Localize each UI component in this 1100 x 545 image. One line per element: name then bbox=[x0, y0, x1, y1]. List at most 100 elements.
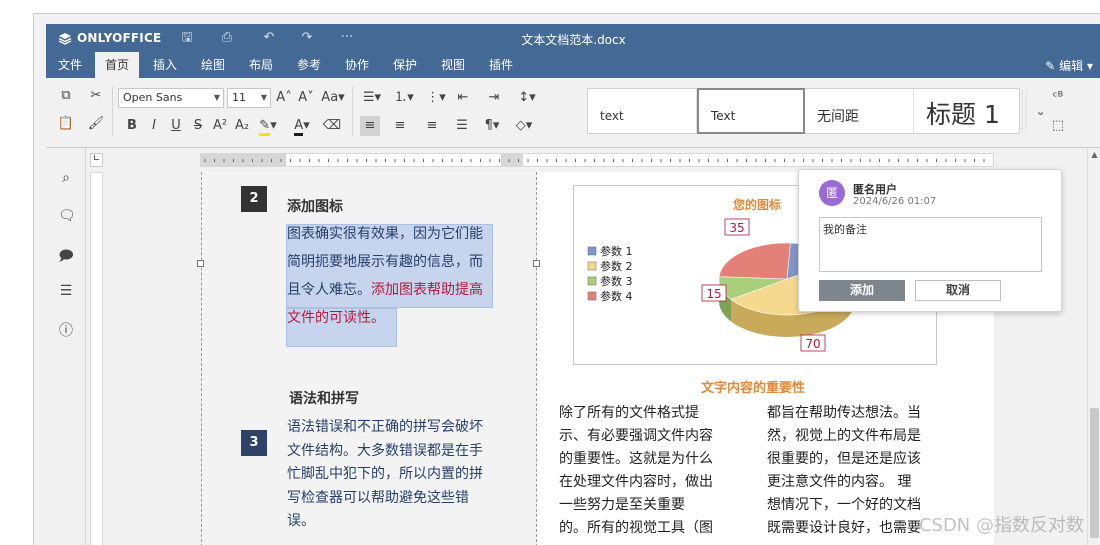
font-name-select[interactable]: Open Sans ▼ bbox=[118, 88, 224, 108]
tab-file[interactable]: 文件 bbox=[48, 52, 92, 78]
tab-collaboration[interactable]: 协作 bbox=[335, 52, 379, 78]
text-line: 的。所有的视觉工具（图 bbox=[559, 520, 713, 536]
underline-icon[interactable]: U bbox=[166, 116, 186, 136]
subscript-icon[interactable]: A₂ bbox=[232, 116, 252, 136]
chart-caption: 文字内容的重要性 bbox=[701, 381, 806, 396]
legend-swatch bbox=[587, 276, 597, 286]
highlighted-text: 添加图表帮助提高 bbox=[371, 282, 483, 298]
margin-guide bbox=[201, 172, 202, 545]
navigation-icon[interactable]: ☰ bbox=[58, 283, 74, 299]
strikethrough-icon[interactable]: S bbox=[188, 116, 208, 136]
edit-mode-button[interactable]: ✎ 编辑 ▾ bbox=[1045, 57, 1093, 74]
copy-style-icon[interactable]: ᶜᴮ bbox=[1048, 88, 1068, 108]
cut-icon[interactable]: ✂ bbox=[86, 86, 106, 106]
tab-layout[interactable]: 布局 bbox=[239, 52, 283, 78]
text-line: 误。 bbox=[287, 513, 315, 529]
section-number-badge: 3 bbox=[241, 430, 267, 456]
text-line: 文件结构。大多数错误都是在手 bbox=[287, 442, 483, 459]
align-left-icon[interactable]: ≡ bbox=[360, 116, 380, 136]
comments-icon[interactable]: 🗨 bbox=[58, 208, 76, 224]
comment-author: 匿名用户 bbox=[853, 183, 897, 196]
chevron-down-icon: ▼ bbox=[260, 93, 267, 102]
pencil-icon: ✎ bbox=[1045, 59, 1060, 73]
watermark: CSDN @指数反对数 bbox=[918, 515, 1084, 536]
format-painter-icon[interactable]: 🖌 bbox=[86, 114, 106, 134]
numbering-icon[interactable]: ⒈▾ bbox=[390, 88, 418, 108]
pie-slice bbox=[718, 242, 791, 280]
info-icon[interactable]: ⓘ bbox=[58, 320, 74, 339]
decrease-indent-icon[interactable]: ⇤ bbox=[453, 88, 473, 108]
section-body[interactable]: 图表确实很有效果，因为它们能 简明扼要地展示有趣的信息，而 且令人难忘。添加图表… bbox=[287, 220, 497, 332]
text-line: 忙脚乱中犯下的，所以内置的拼 bbox=[287, 466, 483, 482]
section-heading: 添加图标 bbox=[287, 199, 343, 215]
section-body[interactable]: 语法错误和不正确的拼写会破坏 文件结构。大多数错误都是在手 忙脚乱中犯下的，所以… bbox=[287, 416, 509, 534]
tab-insert[interactable]: 插入 bbox=[143, 52, 187, 78]
font-size-select[interactable]: 11 ▼ bbox=[227, 88, 271, 108]
line-spacing-icon[interactable]: ↕▾ bbox=[513, 88, 541, 108]
bold-icon[interactable]: B bbox=[122, 116, 142, 136]
select-all-icon[interactable]: ⬚ bbox=[1048, 116, 1068, 136]
cancel-comment-button[interactable]: 取消 bbox=[915, 280, 1001, 301]
vertical-scrollbar[interactable]: ▲ bbox=[1087, 148, 1100, 545]
nonprinting-chars-icon[interactable]: ¶▾ bbox=[480, 116, 504, 136]
title-bar: ONLYOFFICE 🖫 ⎙ ↶ ↷ ··· 文本文档范本.docx bbox=[46, 24, 1100, 52]
add-comment-button[interactable]: 添加 bbox=[819, 280, 905, 301]
text-column-a[interactable]: 除了所有的文件格式提 示、有必要强调文件内容 的重要性。这就是为什么 在处理文件… bbox=[559, 402, 739, 540]
decrease-font-icon[interactable]: A˅ bbox=[296, 88, 316, 108]
resize-handle[interactable] bbox=[533, 260, 540, 267]
text-line: 都旨在帮助传达想法。当 bbox=[767, 405, 921, 421]
tab-plugins[interactable]: 插件 bbox=[479, 52, 523, 78]
multilevel-list-icon[interactable]: ⋮▾ bbox=[422, 88, 450, 108]
left-sidebar: ⌕ 🗨 🗩 ☰ ⓘ bbox=[46, 148, 86, 545]
superscript-icon[interactable]: A² bbox=[210, 116, 230, 136]
style-no-spacing[interactable]: 无间距 bbox=[805, 89, 914, 133]
change-case-icon[interactable]: Aa▾ bbox=[320, 88, 346, 108]
tab-references[interactable]: 参考 bbox=[287, 52, 331, 78]
align-right-icon[interactable]: ≡ bbox=[422, 116, 442, 136]
increase-indent-icon[interactable]: ⇥ bbox=[484, 88, 504, 108]
tab-stop-icon[interactable]: ∟ bbox=[90, 153, 103, 167]
italic-icon[interactable]: I bbox=[144, 116, 164, 136]
text-line: 示、有必要强调文件内容 bbox=[559, 428, 713, 444]
document-title: 文本文档范本.docx bbox=[521, 33, 626, 47]
chevron-down-icon: ▼ bbox=[213, 93, 220, 102]
data-label: 70 bbox=[805, 337, 820, 351]
horizontal-ruler[interactable] bbox=[200, 153, 994, 167]
paragraph-shading-icon[interactable]: ◇▾ bbox=[510, 116, 538, 136]
chat-icon[interactable]: 🗩 bbox=[58, 245, 74, 264]
bullets-icon[interactable]: ☰▾ bbox=[358, 88, 386, 108]
paste-icon[interactable]: 📋 bbox=[56, 114, 76, 134]
chart-title: 您的图标 bbox=[733, 197, 781, 212]
increase-font-icon[interactable]: A˄ bbox=[274, 88, 294, 108]
tab-protection[interactable]: 保护 bbox=[383, 52, 427, 78]
style-text-lower[interactable]: text bbox=[588, 89, 697, 133]
highlight-color-icon[interactable]: ✎▾ bbox=[256, 116, 280, 136]
ruler-ticks bbox=[201, 154, 985, 166]
style-text[interactable]: Text bbox=[697, 88, 805, 134]
vertical-ruler[interactable] bbox=[90, 172, 103, 545]
text-line: 图表确实很有效果，因为它们能 bbox=[287, 226, 483, 242]
font-color-icon[interactable]: A▾ bbox=[290, 116, 314, 136]
tab-home[interactable]: 首页 bbox=[95, 52, 139, 78]
text-line: 简明扼要地展示有趣的信息，而 bbox=[287, 254, 483, 270]
tab-draw[interactable]: 绘图 bbox=[191, 52, 235, 78]
text-line: 除了所有的文件格式提 bbox=[559, 405, 699, 421]
separator bbox=[112, 86, 113, 136]
search-icon[interactable]: ⌕ bbox=[58, 170, 74, 186]
align-center-icon[interactable]: ≡ bbox=[390, 116, 410, 136]
tab-view[interactable]: 视图 bbox=[431, 52, 475, 78]
comment-popup: 匿 匿名用户 2024/6/26 01:07 我的备注 添加 取消 bbox=[798, 169, 1062, 312]
data-label: 15 bbox=[706, 287, 721, 301]
section-number-badge: 2 bbox=[241, 186, 267, 212]
scroll-up-icon[interactable]: ▲ bbox=[1090, 150, 1099, 159]
clear-style-icon[interactable]: ⌫ bbox=[322, 116, 342, 136]
resize-handle[interactable] bbox=[197, 260, 204, 267]
scrollbar-thumb[interactable] bbox=[1090, 408, 1099, 538]
data-label: 35 bbox=[729, 221, 744, 235]
legend-swatch bbox=[587, 246, 597, 256]
copy-icon[interactable]: ⧉ bbox=[56, 86, 76, 106]
avatar: 匿 bbox=[819, 180, 845, 206]
comment-textarea[interactable]: 我的备注 bbox=[819, 217, 1042, 272]
justify-icon[interactable]: ☰ bbox=[452, 116, 472, 136]
style-heading-1[interactable]: 标题 1 bbox=[914, 89, 1023, 133]
